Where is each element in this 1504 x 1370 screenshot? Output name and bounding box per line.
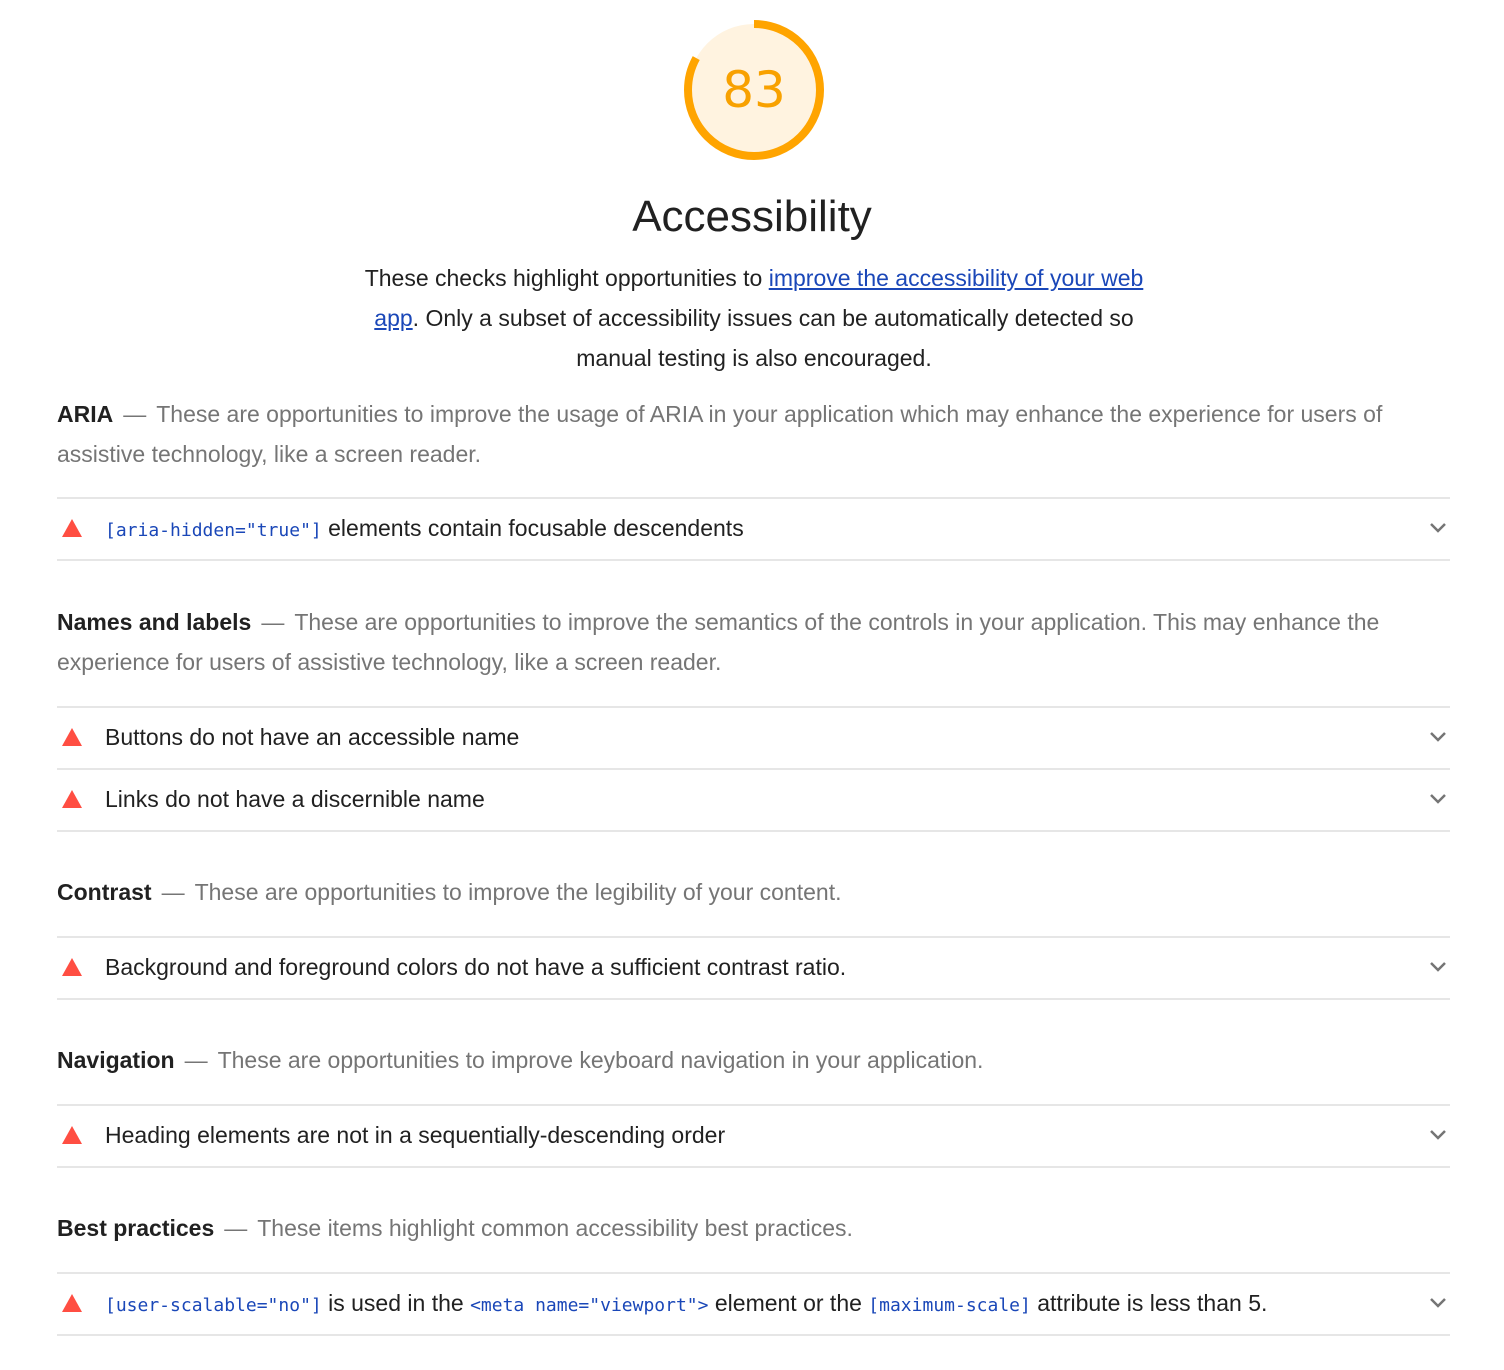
audit-text: element or the bbox=[708, 1290, 869, 1316]
audit-title: Heading elements are not in a sequential… bbox=[105, 1122, 726, 1148]
chevron-down-icon[interactable] bbox=[1428, 1126, 1448, 1142]
fail-triangle-icon bbox=[62, 1126, 82, 1144]
separator-dash: — bbox=[224, 1215, 248, 1241]
audit-color-contrast[interactable]: Background and foreground colors do not … bbox=[57, 936, 1450, 1000]
group-title: Navigation bbox=[57, 1047, 175, 1073]
description-text-after: . Only a subset of accessibility issues … bbox=[412, 305, 1134, 371]
chevron-down-icon[interactable] bbox=[1428, 728, 1448, 744]
fail-triangle-icon bbox=[62, 1294, 82, 1312]
group-description: These are opportunities to improve the u… bbox=[57, 401, 1383, 467]
group-header-contrast: Contrast — These are opportunities to impr… bbox=[57, 872, 1437, 912]
category-title: Accessibility bbox=[632, 192, 872, 241]
score-gauge: 83 bbox=[679, 15, 829, 165]
fail-triangle-icon bbox=[62, 519, 82, 537]
chevron-down-icon[interactable] bbox=[1428, 1294, 1448, 1310]
audit-title: Links do not have a discernible name bbox=[105, 786, 485, 812]
separator-dash: — bbox=[123, 401, 147, 427]
group-description: These are opportunities to improve the l… bbox=[194, 879, 842, 905]
audit-title: [aria-hidden="true"] elements contain fo… bbox=[105, 499, 744, 557]
audit-code: [aria-hidden="true"] bbox=[105, 520, 322, 541]
category-description: These checks highlight opportunities to … bbox=[350, 258, 1158, 378]
audit-text: attribute is less than 5. bbox=[1030, 1290, 1268, 1316]
group-header-best-practices: Best practices — These items highlight com… bbox=[57, 1208, 1437, 1248]
group-description: These are opportunities to improve keybo… bbox=[217, 1047, 984, 1073]
group-title: ARIA bbox=[57, 401, 114, 427]
audit-code: [user-scalable="no"] bbox=[105, 1295, 322, 1316]
group-header-navigation: Navigation — These are opportunities to im… bbox=[57, 1040, 1437, 1080]
fail-triangle-icon bbox=[62, 958, 82, 976]
group-title: Contrast bbox=[57, 879, 152, 905]
audit-text: elements contain focusable descendents bbox=[321, 515, 744, 541]
fail-triangle-icon bbox=[62, 790, 82, 808]
audit-title: [user-scalable="no"] is used in the <met… bbox=[105, 1274, 1267, 1332]
group-description: These are opportunities to improve the s… bbox=[57, 609, 1380, 675]
audit-button-name[interactable]: Buttons do not have an accessible name bbox=[57, 706, 1450, 768]
separator-dash: — bbox=[161, 879, 185, 905]
chevron-down-icon[interactable] bbox=[1428, 519, 1448, 535]
group-description: These items highlight common accessibili… bbox=[257, 1215, 853, 1241]
audit-title: Background and foreground colors do not … bbox=[105, 954, 847, 980]
audit-code: [maximum-scale] bbox=[868, 1295, 1031, 1316]
audit-aria-hidden-focus[interactable]: [aria-hidden="true"] elements contain fo… bbox=[57, 497, 1450, 561]
fail-triangle-icon bbox=[62, 728, 82, 746]
audit-heading-order[interactable]: Heading elements are not in a sequential… bbox=[57, 1104, 1450, 1168]
group-title: Names and labels bbox=[57, 609, 252, 635]
audit-text: is used in the bbox=[321, 1290, 471, 1316]
separator-dash: — bbox=[261, 609, 285, 635]
group-header-names-labels: Names and labels — These are opportunities… bbox=[57, 602, 1437, 682]
description-text-before: These checks highlight opportunities to bbox=[364, 265, 769, 291]
group-title: Best practices bbox=[57, 1215, 215, 1241]
chevron-down-icon[interactable] bbox=[1428, 790, 1448, 806]
audit-meta-viewport[interactable]: [user-scalable="no"] is used in the <met… bbox=[57, 1272, 1450, 1336]
audit-link-name[interactable]: Links do not have a discernible name bbox=[57, 768, 1450, 832]
score-value: 83 bbox=[722, 61, 786, 119]
separator-dash: — bbox=[184, 1047, 208, 1073]
group-header-aria: ARIA — These are opportunities to improve … bbox=[57, 394, 1437, 474]
audit-code: <meta name="viewport"> bbox=[470, 1295, 709, 1316]
audit-title: Buttons do not have an accessible name bbox=[105, 724, 520, 750]
chevron-down-icon[interactable] bbox=[1428, 958, 1448, 974]
